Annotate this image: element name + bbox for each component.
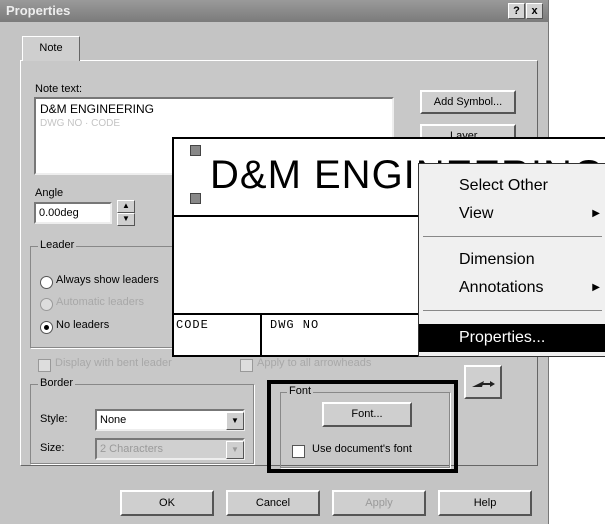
menu-item-dimension[interactable]: Dimension: [419, 246, 605, 274]
border-style-value: None: [100, 414, 127, 426]
menu-separator: [423, 236, 602, 237]
border-size-label: Size:: [40, 442, 65, 454]
spin-down-icon[interactable]: ▼: [117, 213, 135, 226]
title-block-divider: [260, 313, 262, 355]
no-leaders-label: No leaders: [56, 319, 110, 331]
size-dropdown-icon[interactable]: ▼: [226, 441, 244, 459]
menu-item-properties[interactable]: Properties...: [419, 324, 605, 352]
submenu-arrow-icon: ▶: [592, 282, 600, 293]
angle-label: Angle: [35, 187, 64, 199]
note-text-label: Note text:: [35, 83, 83, 95]
submenu-arrow-icon: ▶: [592, 208, 600, 219]
note-text-line1: D&M ENGINEERING: [40, 102, 155, 116]
add-symbol-button[interactable]: Add Symbol...: [420, 90, 516, 114]
border-size-value: 2 Characters: [100, 443, 163, 455]
menu-item-view[interactable]: View ▶: [419, 200, 605, 228]
always-show-leaders-radio[interactable]: [40, 276, 53, 289]
angle-input[interactable]: 0.00deg: [34, 202, 112, 224]
display-bent-leader-checkbox[interactable]: [38, 359, 51, 372]
arrowhead-icon: [472, 381, 495, 387]
note-text-line2: DWG NO · CODE: [40, 118, 120, 129]
apply-all-arrowheads-label: Apply to all arrowheads: [257, 357, 372, 369]
help-button[interactable]: Help: [438, 490, 532, 516]
leader-group-label: Leader: [38, 239, 77, 251]
font-highlight-box: [267, 380, 458, 473]
border-group-label: Border: [38, 377, 76, 389]
display-bent-leader-label: Display with bent leader: [55, 357, 172, 369]
apply-button[interactable]: Apply: [332, 490, 426, 516]
border-style-label: Style:: [40, 413, 68, 425]
no-leaders-radio[interactable]: [40, 321, 53, 334]
selection-handle-top-left[interactable]: [190, 145, 201, 156]
menu-separator: [423, 310, 602, 311]
tab-note[interactable]: Note: [22, 36, 80, 61]
preview-code-label: CODE: [176, 318, 209, 332]
question-icon: ?: [513, 5, 520, 17]
title-bar[interactable]: Properties ? x: [0, 0, 548, 22]
automatic-leaders-label: Automatic leaders: [56, 296, 145, 308]
style-dropdown-icon[interactable]: ▼: [226, 412, 244, 430]
menu-item-annotations[interactable]: Annotations ▶: [419, 274, 605, 302]
preview-dwg-label: DWG NO: [270, 318, 320, 332]
context-menu: Select Other View ▶ Dimension Annotations…: [418, 163, 605, 357]
angle-spinner[interactable]: ▲ ▼: [117, 200, 135, 226]
close-icon: x: [531, 5, 538, 17]
cancel-button[interactable]: Cancel: [226, 490, 320, 516]
selection-handle-bottom-left[interactable]: [190, 193, 201, 204]
border-size-select[interactable]: 2 Characters: [95, 438, 245, 460]
always-show-leaders-label: Always show leaders: [56, 274, 159, 286]
border-style-select[interactable]: None: [95, 409, 245, 431]
arrow-style-button[interactable]: [464, 365, 502, 399]
ok-button[interactable]: OK: [120, 490, 214, 516]
close-title-button[interactable]: x: [526, 3, 543, 19]
help-title-button[interactable]: ?: [508, 3, 525, 19]
spin-up-icon[interactable]: ▲: [117, 200, 135, 213]
dialog-title: Properties: [6, 3, 71, 18]
menu-item-select-other[interactable]: Select Other: [419, 172, 605, 200]
apply-all-arrowheads-checkbox[interactable]: [240, 359, 253, 372]
automatic-leaders-radio[interactable]: [40, 298, 53, 311]
